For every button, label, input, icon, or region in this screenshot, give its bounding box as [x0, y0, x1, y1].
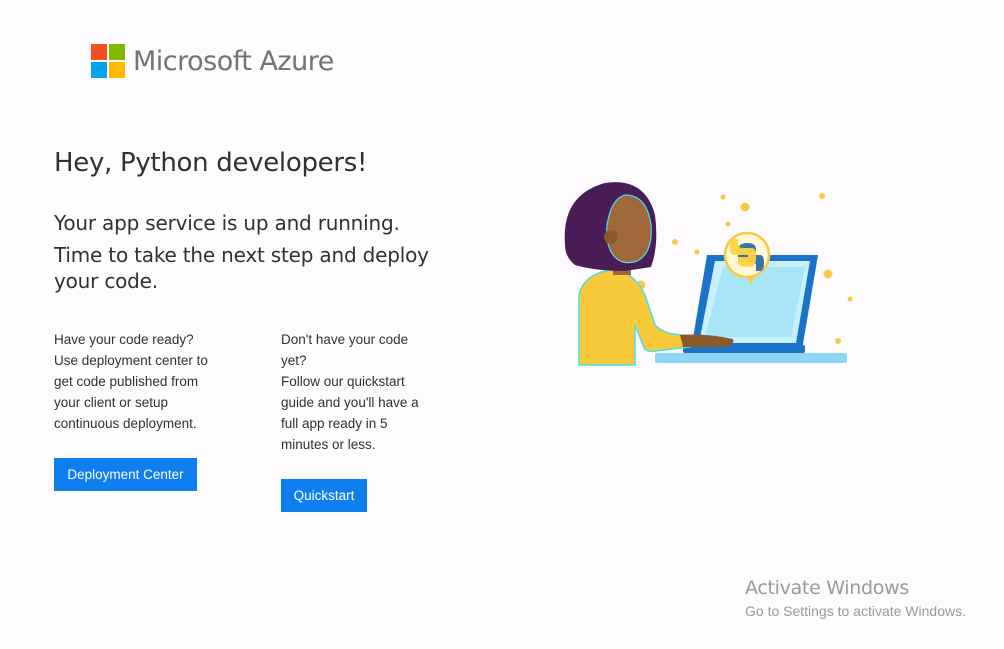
- quickstart-description: Don't have your code yet? Follow our qui…: [281, 332, 419, 452]
- deployment-center-button[interactable]: Deployment Center: [54, 458, 197, 491]
- deployment-center-description: Have your code ready? Use deployment cen…: [54, 332, 208, 431]
- watermark-subtitle: Go to Settings to activate Windows.: [745, 603, 966, 619]
- watermark-title: Activate Windows: [745, 577, 909, 599]
- page-title: Hey, Python developers!: [54, 148, 368, 178]
- logo-text: Microsoft Azure: [133, 45, 334, 77]
- activate-windows-watermark: Activate Windows Go to Settings to activ…: [745, 577, 966, 619]
- page: Microsoft Azure Hey, Python developers! …: [0, 0, 1004, 649]
- microsoft-logo-icon: [91, 44, 125, 78]
- deployment-center-section: Have your code ready? Use deployment cen…: [54, 329, 219, 434]
- microsoft-azure-logo: Microsoft Azure: [91, 44, 334, 78]
- subtitle-line-2: Time to take the next step and deploy yo…: [54, 243, 429, 293]
- subtitle-line-1: Your app service is up and running.: [54, 211, 400, 235]
- developer-laptop-python-illustration: [564, 182, 853, 366]
- subtitle: Your app service is up and running. Time…: [54, 210, 434, 300]
- quickstart-button[interactable]: Quickstart: [281, 479, 367, 512]
- quickstart-section: Don't have your code yet? Follow our qui…: [281, 329, 431, 455]
